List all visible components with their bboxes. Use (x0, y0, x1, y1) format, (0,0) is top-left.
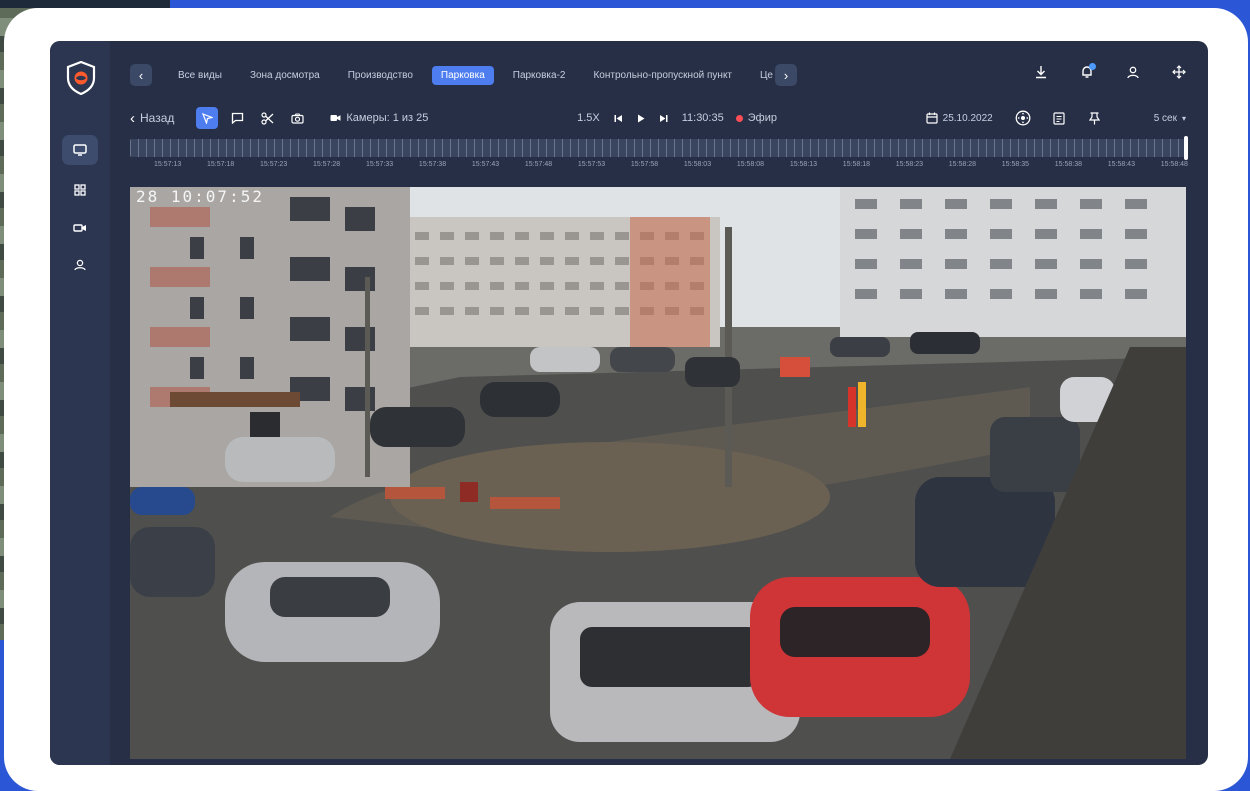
select-tool-button[interactable] (196, 107, 219, 129)
camera-icon (73, 224, 86, 232)
shield-logo-icon (66, 60, 96, 96)
view-tabs: ‹ Все виды Зона досмотра Производство Па… (130, 63, 910, 87)
live-label: Эфир (747, 112, 777, 124)
ptz-control-icon (1015, 110, 1031, 126)
cameras-selector[interactable]: Камеры: 1 из 25 (330, 112, 428, 124)
timeline-tick-label: 15:58:38 (1054, 161, 1082, 168)
video-feed[interactable]: 28 10:07:52 (130, 187, 1186, 759)
play-button[interactable] (637, 114, 645, 123)
snapshot-tool-button[interactable] (286, 107, 308, 129)
play-icon (637, 114, 645, 122)
timeline-tick-label: 15:57:53 (577, 161, 606, 168)
parking-lot-camera-image (130, 187, 1186, 759)
back-button[interactable]: ‹ Назад (130, 110, 174, 127)
download-icon[interactable] (1032, 63, 1050, 81)
cameras-count: Камеры: 1 из 25 (346, 112, 429, 124)
sidebar-item-camera[interactable] (62, 213, 98, 243)
timeline-tick-label: 15:58:08 (736, 161, 765, 168)
cut-tool-button[interactable] (256, 107, 278, 129)
skip-forward-button[interactable] (659, 114, 668, 123)
comment-tool-button[interactable] (226, 107, 248, 129)
tab-inspection-zone[interactable]: Зона досмотра (241, 66, 329, 85)
video-camera-icon (330, 115, 341, 121)
document-icon (1053, 111, 1065, 125)
sidebar (50, 41, 110, 765)
date-value: 25.10.2022 (942, 112, 993, 124)
tabs-prev-button[interactable]: ‹ (130, 64, 152, 86)
monitor-icon (73, 144, 87, 156)
grid-icon (74, 184, 86, 196)
timeline-tick-label: 15:58:13 (789, 161, 818, 168)
timeline-tick-label: 15:57:18 (206, 161, 235, 168)
timeline-tick-label: 15:58:43 (1107, 161, 1135, 168)
timeline-track[interactable] (130, 136, 1188, 160)
timeline-cursor[interactable] (1184, 136, 1188, 160)
tab-all-views[interactable]: Все виды (169, 66, 231, 85)
app-window: ‹ Все виды Зона досмотра Производство Па… (50, 41, 1208, 765)
cursor-icon (201, 112, 213, 124)
tab-production[interactable]: Производство (339, 66, 422, 85)
notification-badge (1089, 63, 1096, 70)
top-actions (1032, 63, 1188, 81)
date-picker[interactable]: 25.10.2022 (926, 112, 993, 124)
pin-button[interactable] (1088, 111, 1100, 125)
timeline-tick-label: 15:58:23 (895, 161, 924, 168)
timeline-tick-label: 15:58:18 (842, 161, 871, 168)
skip-back-button[interactable] (614, 114, 623, 123)
photo-camera-icon (291, 112, 304, 124)
chevron-left-icon: ‹ (130, 109, 135, 127)
timeline-tick-label: 15:57:33 (365, 161, 394, 168)
scissors-icon (261, 111, 274, 125)
timeline-tick-label: 15:57:43 (471, 161, 500, 168)
tab-truncated[interactable]: Це (751, 66, 775, 85)
timeline-tick-label: 15:58:35 (1001, 161, 1029, 168)
device-frame: ‹ Все виды Зона досмотра Производство Па… (4, 8, 1248, 791)
ptz-button[interactable] (1015, 110, 1031, 126)
playback-speed[interactable]: 1.5X (577, 112, 600, 124)
timeline-tick-label: 15:58:48 (1160, 161, 1188, 168)
timeline-tick-label: 15:57:28 (312, 161, 341, 168)
interval-select[interactable]: 5 сек ▾ (1154, 113, 1186, 124)
sidebar-item-grid[interactable] (62, 175, 98, 205)
sidebar-item-monitor[interactable] (62, 135, 98, 165)
skip-back-icon (614, 114, 622, 122)
camera-timestamp-overlay: 28 10:07:52 (136, 187, 264, 206)
timeline-tick-label: 15:57:48 (524, 161, 553, 168)
timeline-tick-label: 15:57:13 (154, 161, 182, 168)
archive-button[interactable] (1053, 111, 1065, 125)
move-icon[interactable] (1170, 63, 1188, 81)
tab-parking-2[interactable]: Парковка-2 (504, 66, 575, 85)
interval-value: 5 сек (1153, 112, 1177, 124)
tab-parking[interactable]: Парковка (431, 65, 494, 85)
timeline-tick-label: 15:57:38 (418, 161, 447, 168)
pin-icon (1088, 111, 1100, 124)
calendar-icon (926, 112, 938, 124)
tabs-next-button[interactable]: › (774, 64, 797, 86)
player-toolbar: ‹ Назад Камеры: 1 из 25 1.5X 11:30:35 Эф… (130, 107, 1186, 129)
comment-icon (231, 112, 244, 124)
live-dot-icon (735, 114, 743, 122)
background-edge (0, 0, 170, 8)
user-icon[interactable] (1124, 63, 1142, 81)
timeline-tick-label: 15:58:03 (683, 161, 712, 168)
timeline-ticks: 15:57:13 15:57:18 15:57:23 15:57:28 15:57:33… (154, 161, 1188, 173)
timeline-tick-label: 15:58:28 (948, 161, 977, 168)
users-icon (74, 259, 86, 271)
skip-forward-icon (659, 114, 668, 122)
back-label: Назад (140, 111, 175, 125)
caret-down-icon: ▾ (1181, 113, 1186, 123)
live-button[interactable]: Эфир (735, 112, 777, 124)
tab-checkpoint[interactable]: Контрольно-пропускной пункт (584, 66, 741, 85)
sidebar-item-users[interactable] (62, 250, 98, 280)
timeline-tick-label: 15:57:58 (630, 161, 659, 168)
playback-time: 11:30:35 (681, 112, 724, 124)
timeline-tick-label: 15:57:23 (259, 161, 288, 168)
bell-icon[interactable] (1078, 63, 1096, 81)
